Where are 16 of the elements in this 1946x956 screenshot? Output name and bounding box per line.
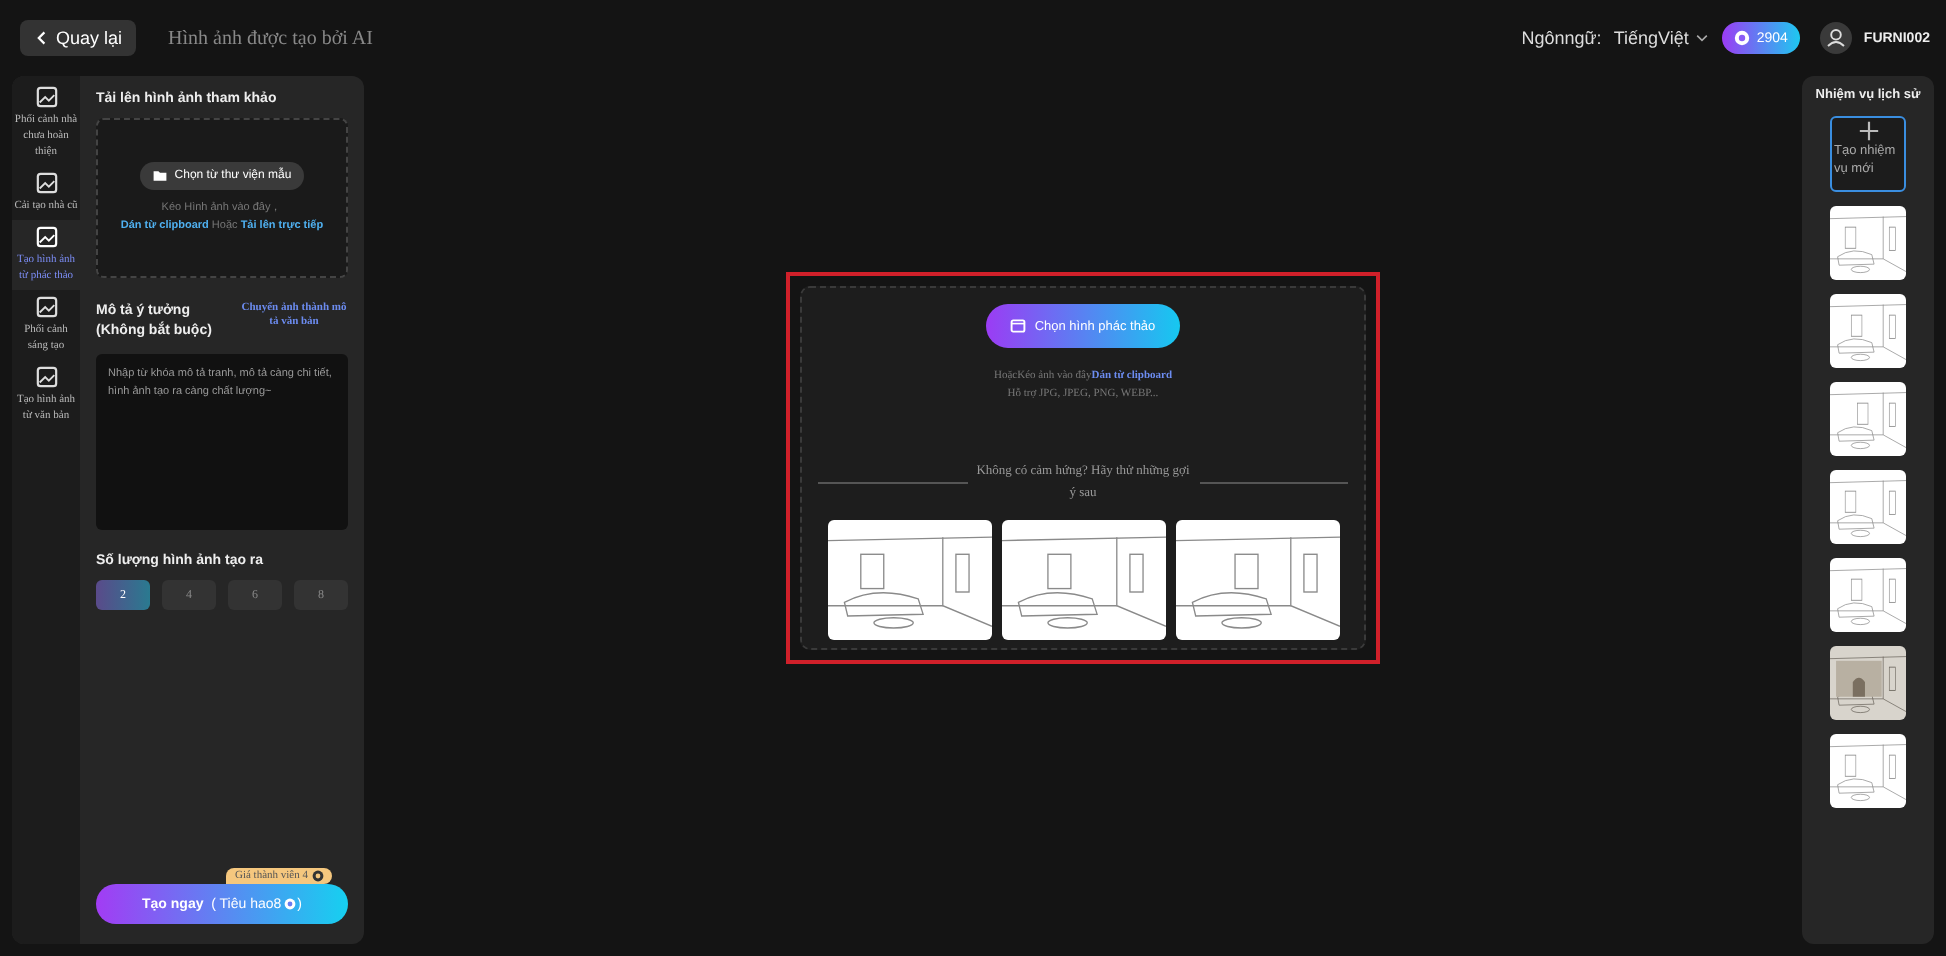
language-label: Ngônngữ: [1521, 28, 1602, 48]
plus-icon [1857, 120, 1879, 142]
image-icon [35, 366, 57, 388]
language-dropdown[interactable]: TiếngViệt [1613, 28, 1711, 48]
chevron-down-icon [1694, 30, 1711, 46]
coin-icon [1734, 30, 1751, 46]
avatar-icon[interactable] [1819, 22, 1852, 54]
image-icon [35, 226, 57, 248]
page-title: Hình ảnh được tạo bởi AI [168, 27, 373, 49]
coin-icon [312, 870, 324, 882]
image-icon [35, 296, 57, 318]
back-button[interactable]: Quay lại [20, 20, 137, 56]
image-icon [35, 172, 57, 194]
image-icon [35, 86, 57, 108]
chevron-left-icon [34, 30, 50, 46]
coin-icon [283, 898, 296, 910]
